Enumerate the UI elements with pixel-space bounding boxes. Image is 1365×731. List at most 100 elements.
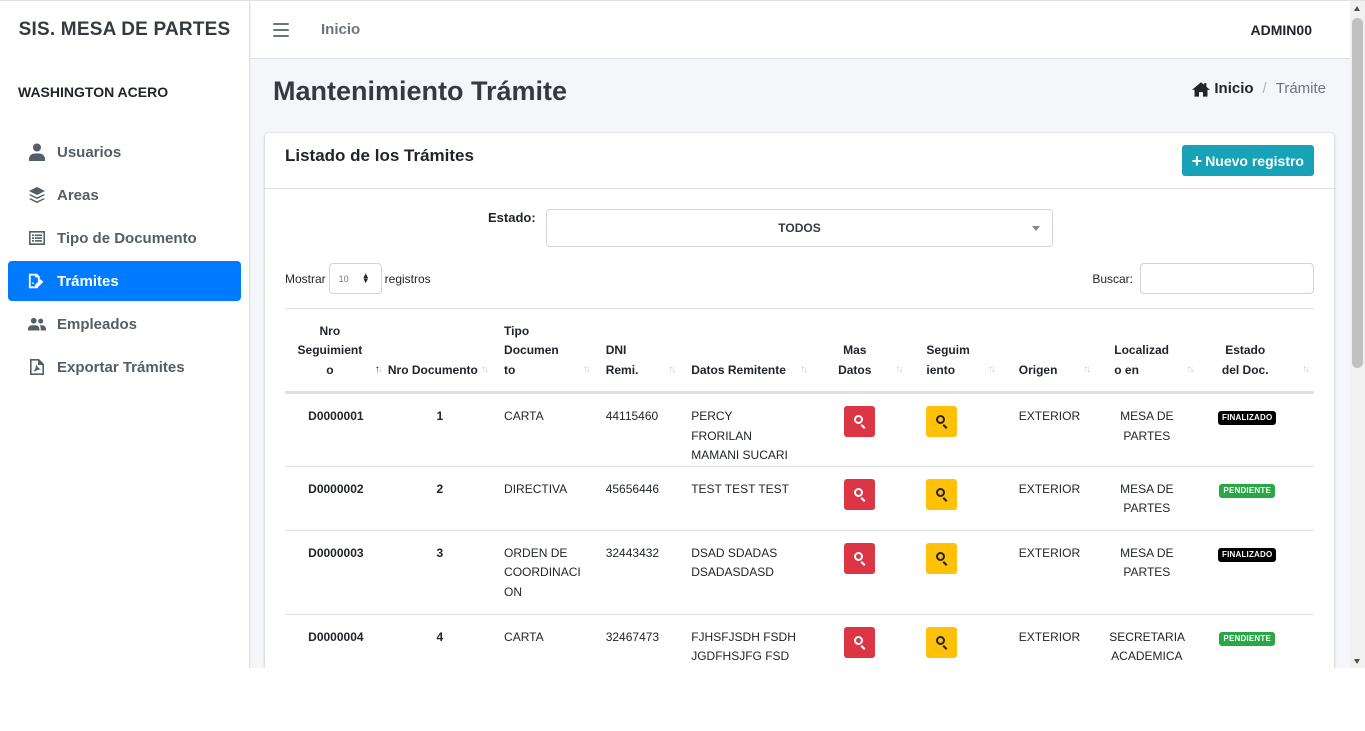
scroll-up-icon[interactable] xyxy=(1354,6,1360,11)
search-icon xyxy=(854,635,864,645)
cell-nro-documento: 1 xyxy=(386,392,494,467)
sidebar-item-exportar-tramites[interactable]: Exportar Trámites xyxy=(8,347,241,387)
table-row: D0000001 1 CARTA 44115460 PERCY FRORILAN… xyxy=(285,392,1314,467)
search-input[interactable] xyxy=(1140,263,1314,294)
cell-dni: 32443432 xyxy=(594,530,681,615)
new-record-label: Nuevo registro xyxy=(1205,152,1304,169)
col-header-origen[interactable]: Origen ↑↓ xyxy=(999,308,1096,394)
search-icon xyxy=(936,551,946,561)
tramites-card: Listado de los Trámites + Nuevo registro… xyxy=(265,133,1334,668)
breadcrumb-separator: / xyxy=(1262,80,1267,97)
cell-mas-datos xyxy=(812,466,908,531)
top-user-name[interactable]: ADMIN00 xyxy=(1251,22,1312,38)
cell-mas-datos xyxy=(812,530,908,615)
home-icon xyxy=(1192,81,1211,97)
brand-title[interactable]: SIS. MESA DE PARTES xyxy=(0,1,249,59)
sort-icon: ↑↓ xyxy=(987,363,996,375)
layers-icon xyxy=(26,186,48,204)
estado-select[interactable]: TODOS xyxy=(546,209,1053,247)
card-title: Listado de los Trámites xyxy=(285,146,474,165)
table-row: D0000002 2 DIRECTIVA 45656446 TEST TEST … xyxy=(285,466,1314,531)
view-details-button[interactable] xyxy=(844,626,876,658)
estado-label: Estado: xyxy=(488,210,536,225)
users-icon xyxy=(26,315,48,333)
cell-origen: EXTERIOR xyxy=(999,466,1096,531)
sort-icon: ↑↓ xyxy=(582,363,591,375)
sort-icon: ↑↓ xyxy=(481,363,489,375)
cell-seguimiento-btn xyxy=(907,466,1000,531)
view-details-button[interactable] xyxy=(844,406,876,437)
search-icon xyxy=(936,487,946,497)
sort-icon: ↑↓ xyxy=(1186,363,1194,375)
sidebar-item-empleados[interactable]: Empleados xyxy=(8,304,241,344)
view-details-button[interactable] xyxy=(844,542,876,574)
col-header-localizado[interactable]: Localizad o en ↑↓ xyxy=(1095,308,1199,394)
table-header-row: Nro Seguimient o ↑↓ Nro Documento ↑↓ Tipo … xyxy=(285,308,1314,394)
col-header-nro-seguimiento[interactable]: Nro Seguimient o ↑↓ xyxy=(285,308,387,394)
estado-select-value: TODOS xyxy=(778,221,821,235)
cell-estado: FINALIZADO xyxy=(1198,530,1314,615)
table-row: D0000004 4 CARTA 32467473 FJHSFJSDH FSDH… xyxy=(285,614,1314,668)
cell-remitente: PERCY FRORILAN MAMANI SUCARI xyxy=(680,392,813,467)
sidebar-item-areas[interactable]: Areas xyxy=(8,175,241,215)
content-wrapper: Mantenimiento Trámite Inicio / Trámite L… xyxy=(251,59,1350,668)
sort-icon: ↑↓ xyxy=(668,363,676,375)
scroll-down-icon[interactable] xyxy=(1354,659,1360,664)
tramites-table: Nro Seguimient o ↑↓ Nro Documento ↑↓ Tipo … xyxy=(285,308,1314,668)
menu-toggle-icon[interactable] xyxy=(273,22,289,37)
cell-origen: EXTERIOR xyxy=(999,614,1096,668)
tracking-button[interactable] xyxy=(926,406,958,437)
cell-mas-datos xyxy=(812,614,908,668)
cell-seguimiento: D0000001 xyxy=(285,392,387,467)
sidebar-item-label: Areas xyxy=(57,186,99,204)
sort-icon: ↑↓ xyxy=(800,363,808,375)
status-badge: PENDIENTE xyxy=(1219,483,1275,498)
new-record-button[interactable]: + Nuevo registro xyxy=(1181,145,1314,176)
col-header-mas-datos[interactable]: Mas Datos ↑↓ xyxy=(812,308,908,394)
cell-nro-documento: 2 xyxy=(386,466,494,531)
cell-remitente: DSAD SDADAS DSADASDASD xyxy=(680,530,813,615)
col-header-tipo-documento[interactable]: Tipo Documen to ↑↓ xyxy=(493,308,595,394)
sidebar: SIS. MESA DE PARTES WASHINGTON ACERO Usu… xyxy=(0,1,250,668)
tracking-button[interactable] xyxy=(926,626,958,658)
sidebar-item-tramites[interactable]: Trámites xyxy=(8,261,241,301)
app-viewport: SIS. MESA DE PARTES WASHINGTON ACERO Usu… xyxy=(0,0,1365,668)
cell-tipo: CARTA xyxy=(493,614,595,668)
cell-estado: PENDIENTE xyxy=(1198,466,1314,531)
top-nav-inicio-link[interactable]: Inicio xyxy=(321,21,360,38)
tracking-button[interactable] xyxy=(926,478,958,510)
show-prefix: Mostrar xyxy=(285,271,326,286)
sidebar-item-label: Empleados xyxy=(57,315,138,333)
search-icon xyxy=(854,487,864,497)
col-header-estado[interactable]: Estado del Doc. ↑↓ xyxy=(1198,308,1314,394)
view-details-button[interactable] xyxy=(844,478,876,510)
breadcrumb-current: Trámite xyxy=(1275,80,1326,97)
cell-localizado: MESA DE PARTES xyxy=(1095,530,1199,615)
cell-seguimiento-btn xyxy=(907,614,1000,668)
cell-estado: FINALIZADO xyxy=(1198,392,1314,467)
sidebar-user-name[interactable]: WASHINGTON ACERO xyxy=(0,59,249,124)
col-header-datos-remitente[interactable]: Datos Remitente ↑↓ xyxy=(680,308,813,394)
search-icon xyxy=(854,415,864,424)
sidebar-item-usuarios[interactable]: Usuarios xyxy=(8,132,241,172)
page-length-select[interactable]: 10 ▲ ▼ xyxy=(328,263,382,294)
status-badge: FINALIZADO xyxy=(1217,411,1277,425)
top-navbar: Inicio ADMIN00 xyxy=(251,1,1350,59)
col-header-dni-remitente[interactable]: DNI Remi. ↑↓ xyxy=(594,308,681,394)
page-scrollbar[interactable] xyxy=(1350,1,1365,668)
sort-icon: ↑↓ xyxy=(895,363,903,375)
col-header-seguimiento[interactable]: Seguim iento ↑↓ xyxy=(907,308,1000,394)
sort-icon: ↑↓ xyxy=(1083,363,1091,375)
scrollbar-thumb[interactable] xyxy=(1352,18,1363,368)
breadcrumb-home-link[interactable]: Inicio xyxy=(1192,80,1254,97)
cell-tipo: CARTA xyxy=(493,392,595,467)
cell-seguimiento-btn xyxy=(907,530,1000,615)
breadcrumb-home-label: Inicio xyxy=(1214,80,1254,97)
col-header-nro-documento[interactable]: Nro Documento ↑↓ xyxy=(386,308,494,394)
status-badge: FINALIZADO xyxy=(1217,547,1277,562)
chevron-down-icon xyxy=(1032,226,1040,231)
sidebar-item-tipo-documento[interactable]: Tipo de Documento xyxy=(8,218,241,258)
cell-dni: 44115460 xyxy=(594,392,681,467)
page-length-control: Mostrar 10 ▲ ▼ registros xyxy=(285,263,431,294)
tracking-button[interactable] xyxy=(926,542,958,574)
